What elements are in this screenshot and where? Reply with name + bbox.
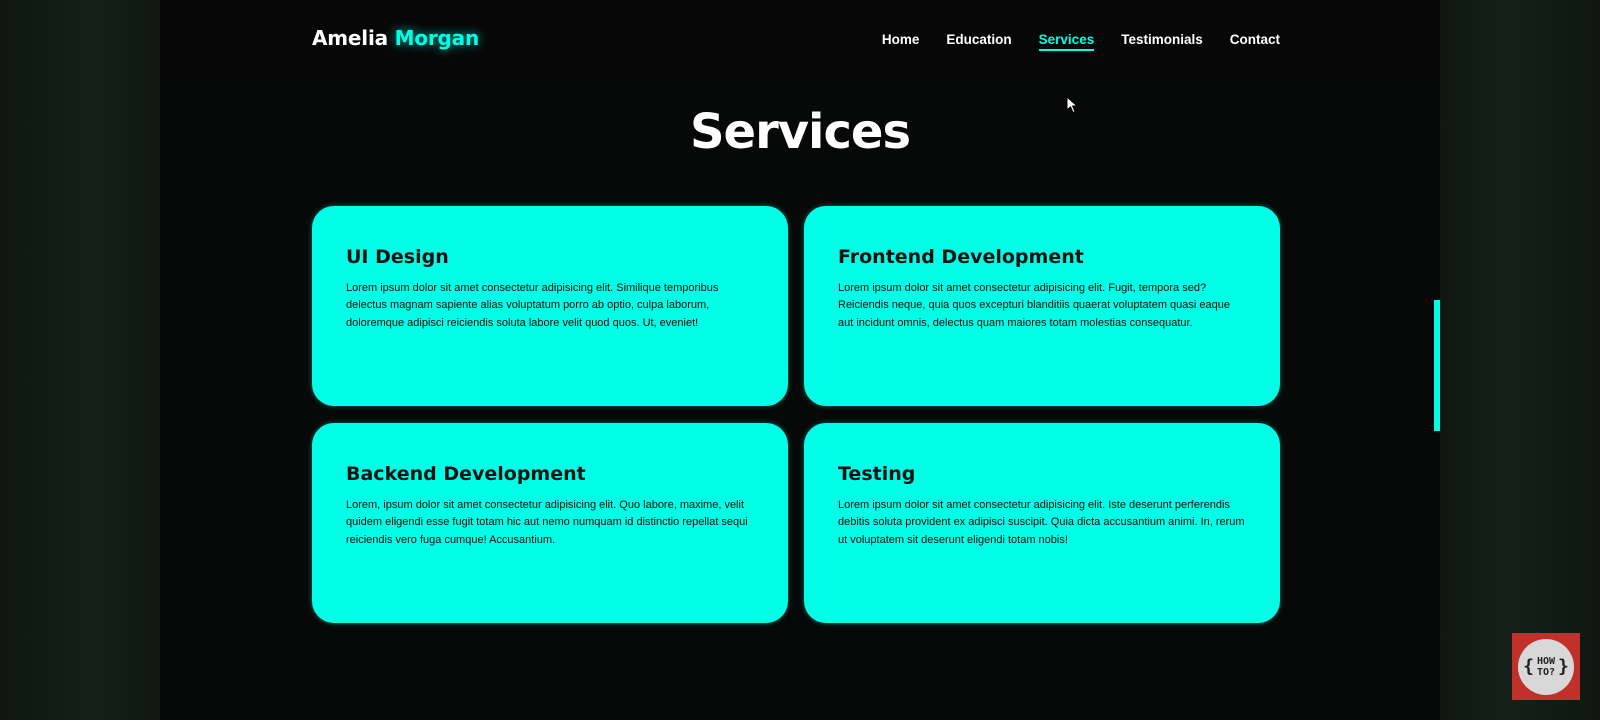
services-grid: UI Design Lorem ipsum dolor sit amet con… [312,206,1280,623]
service-card-frontend: Frontend Development Lorem ipsum dolor s… [804,206,1280,406]
howto-line-2: TO? [1536,666,1556,678]
howto-line-1: HOW [1536,655,1556,667]
navbar: Amelia Morgan Home Education Services Te… [160,0,1440,80]
cursor-arrow-icon [1066,96,1079,114]
scroll-progress-indicator[interactable] [1434,300,1440,431]
nav-menu: Home Education Services Testimonials Con… [882,32,1280,51]
service-card-description: Lorem ipsum dolor sit amet consectetur a… [838,282,1230,329]
logo-last-name: Morgan [394,26,480,50]
service-card-title: UI Design [346,246,449,268]
service-card-description: Lorem, ipsum dolor sit amet consectetur … [346,499,748,546]
nav-link-home[interactable]: Home [882,32,920,51]
service-card-title: Testing [838,463,916,485]
service-card-ui-design: UI Design Lorem ipsum dolor sit amet con… [312,206,788,406]
howto-badge: { HOW TO? } [1512,633,1580,700]
service-card-title: Frontend Development [838,246,1084,268]
service-card-testing: Testing Lorem ipsum dolor sit amet conse… [804,423,1280,623]
right-brace-glyph: } [1558,656,1569,677]
background-right-panel [1440,0,1600,720]
site-logo[interactable]: Amelia Morgan [312,26,479,50]
howto-label: HOW TO? [1537,656,1555,678]
nav-link-services[interactable]: Services [1038,32,1094,51]
service-card-description: Lorem ipsum dolor sit amet consectetur a… [346,282,719,329]
page-viewport: Amelia Morgan Home Education Services Te… [160,0,1440,720]
service-card-backend: Backend Development Lorem, ipsum dolor s… [312,423,788,623]
nav-link-testimonials[interactable]: Testimonials [1121,32,1203,51]
service-card-description: Lorem ipsum dolor sit amet consectetur a… [838,499,1245,546]
background-left-panel [0,0,160,720]
nav-link-contact[interactable]: Contact [1230,32,1280,51]
left-brace-glyph: { [1523,656,1534,677]
howto-logo-icon: { HOW TO? } [1518,638,1574,695]
service-card-title: Backend Development [346,463,586,485]
services-heading: Services [689,104,911,160]
nav-link-education[interactable]: Education [946,32,1011,51]
logo-first-name: Amelia [312,26,388,50]
